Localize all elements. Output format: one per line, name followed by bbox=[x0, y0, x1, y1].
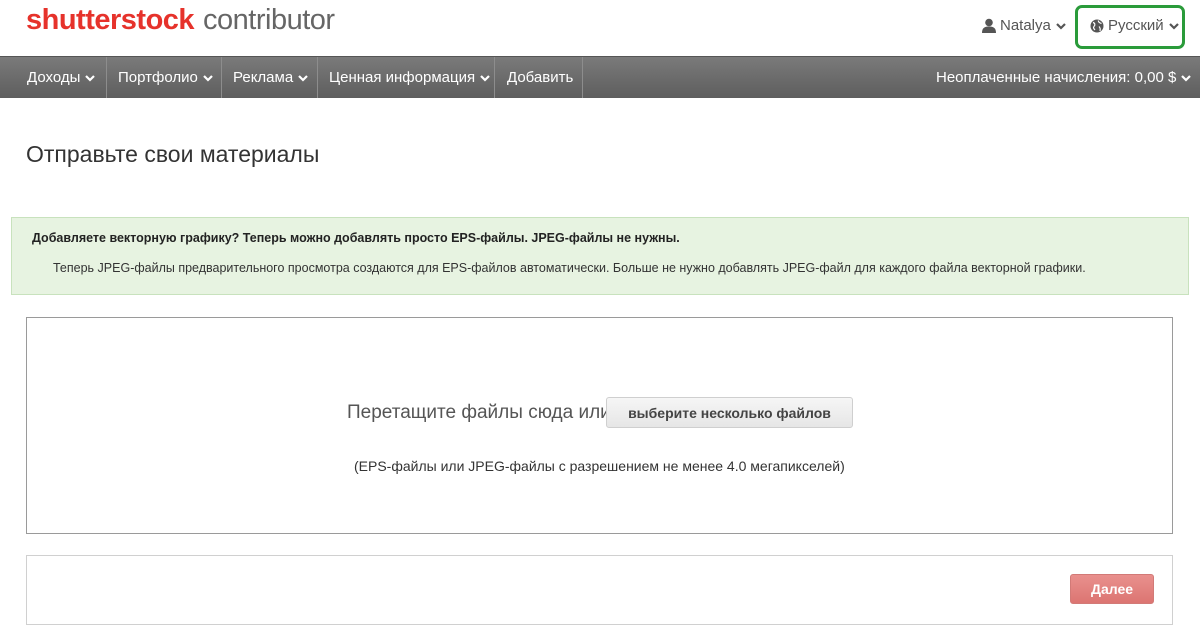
alert-body: Теперь JPEG-файлы предварительного просм… bbox=[53, 261, 1086, 275]
globe-icon bbox=[1090, 19, 1104, 32]
shutterstock-logo[interactable]: shutterstock contributor bbox=[26, 4, 335, 37]
logo-sub: contributor bbox=[203, 4, 335, 36]
chevron-down-icon bbox=[298, 74, 308, 82]
chevron-down-icon bbox=[1181, 74, 1192, 82]
file-requirements-hint: (EPS-файлы или JPEG-файлы с разрешением … bbox=[354, 458, 845, 474]
chevron-down-icon bbox=[85, 74, 96, 82]
drop-instruction: Перетащите файлы сюда или bbox=[347, 402, 611, 423]
nav-item-label: Ценная информация bbox=[329, 69, 476, 86]
nav-item-label: Реклама bbox=[233, 69, 294, 86]
user-icon bbox=[982, 18, 996, 33]
select-files-button[interactable]: выберите несколько файлов bbox=[606, 397, 853, 428]
nav-item-portfolio[interactable]: Портфолио bbox=[118, 57, 214, 98]
nav-divider bbox=[317, 57, 318, 98]
user-name: Natalya bbox=[1000, 17, 1051, 34]
nav-divider bbox=[221, 57, 222, 98]
nav-item-label: Доходы bbox=[27, 69, 81, 86]
nav-item-insights[interactable]: Ценная информация bbox=[329, 57, 491, 98]
nav-divider bbox=[494, 57, 495, 98]
nav-item-label: Добавить bbox=[507, 69, 574, 86]
nav-divider bbox=[582, 57, 583, 98]
main-nav: Доходы Портфолио Реклама Ценная информац… bbox=[0, 56, 1200, 98]
chevron-down-icon bbox=[1168, 22, 1179, 30]
alert-heading: Добавляете векторную графику? Теперь мож… bbox=[32, 231, 680, 245]
next-button[interactable]: Далее bbox=[1070, 574, 1154, 604]
submit-panel: Далее bbox=[26, 555, 1173, 625]
nav-item-label: Портфолио bbox=[118, 69, 198, 86]
chevron-down-icon bbox=[1056, 22, 1066, 30]
language-selector[interactable]: Русский bbox=[1090, 17, 1180, 34]
chevron-down-icon bbox=[480, 74, 490, 82]
page-title: Отправьте свои материалы bbox=[26, 141, 320, 167]
unpaid-earnings-label: Неоплаченные начисления: 0,00 $ bbox=[936, 69, 1177, 86]
top-header: shutterstock contributor Natalya Русский bbox=[0, 0, 1200, 56]
language-label: Русский bbox=[1108, 17, 1164, 34]
vector-info-alert: Добавляете векторную графику? Теперь мож… bbox=[11, 217, 1189, 295]
logo-brand: shutterstock bbox=[26, 4, 195, 36]
nav-item-upload[interactable]: Добавить bbox=[507, 57, 573, 98]
nav-item-promotion[interactable]: Реклама bbox=[233, 57, 309, 98]
chevron-down-icon bbox=[203, 74, 213, 82]
unpaid-earnings-menu[interactable]: Неоплаченные начисления: 0,00 $ bbox=[936, 57, 1192, 98]
nav-divider bbox=[106, 57, 107, 98]
nav-item-earnings[interactable]: Доходы bbox=[27, 57, 96, 98]
user-menu[interactable]: Natalya bbox=[982, 17, 1067, 34]
file-drop-zone[interactable]: Перетащите файлы сюда или выберите неско… bbox=[26, 317, 1173, 534]
